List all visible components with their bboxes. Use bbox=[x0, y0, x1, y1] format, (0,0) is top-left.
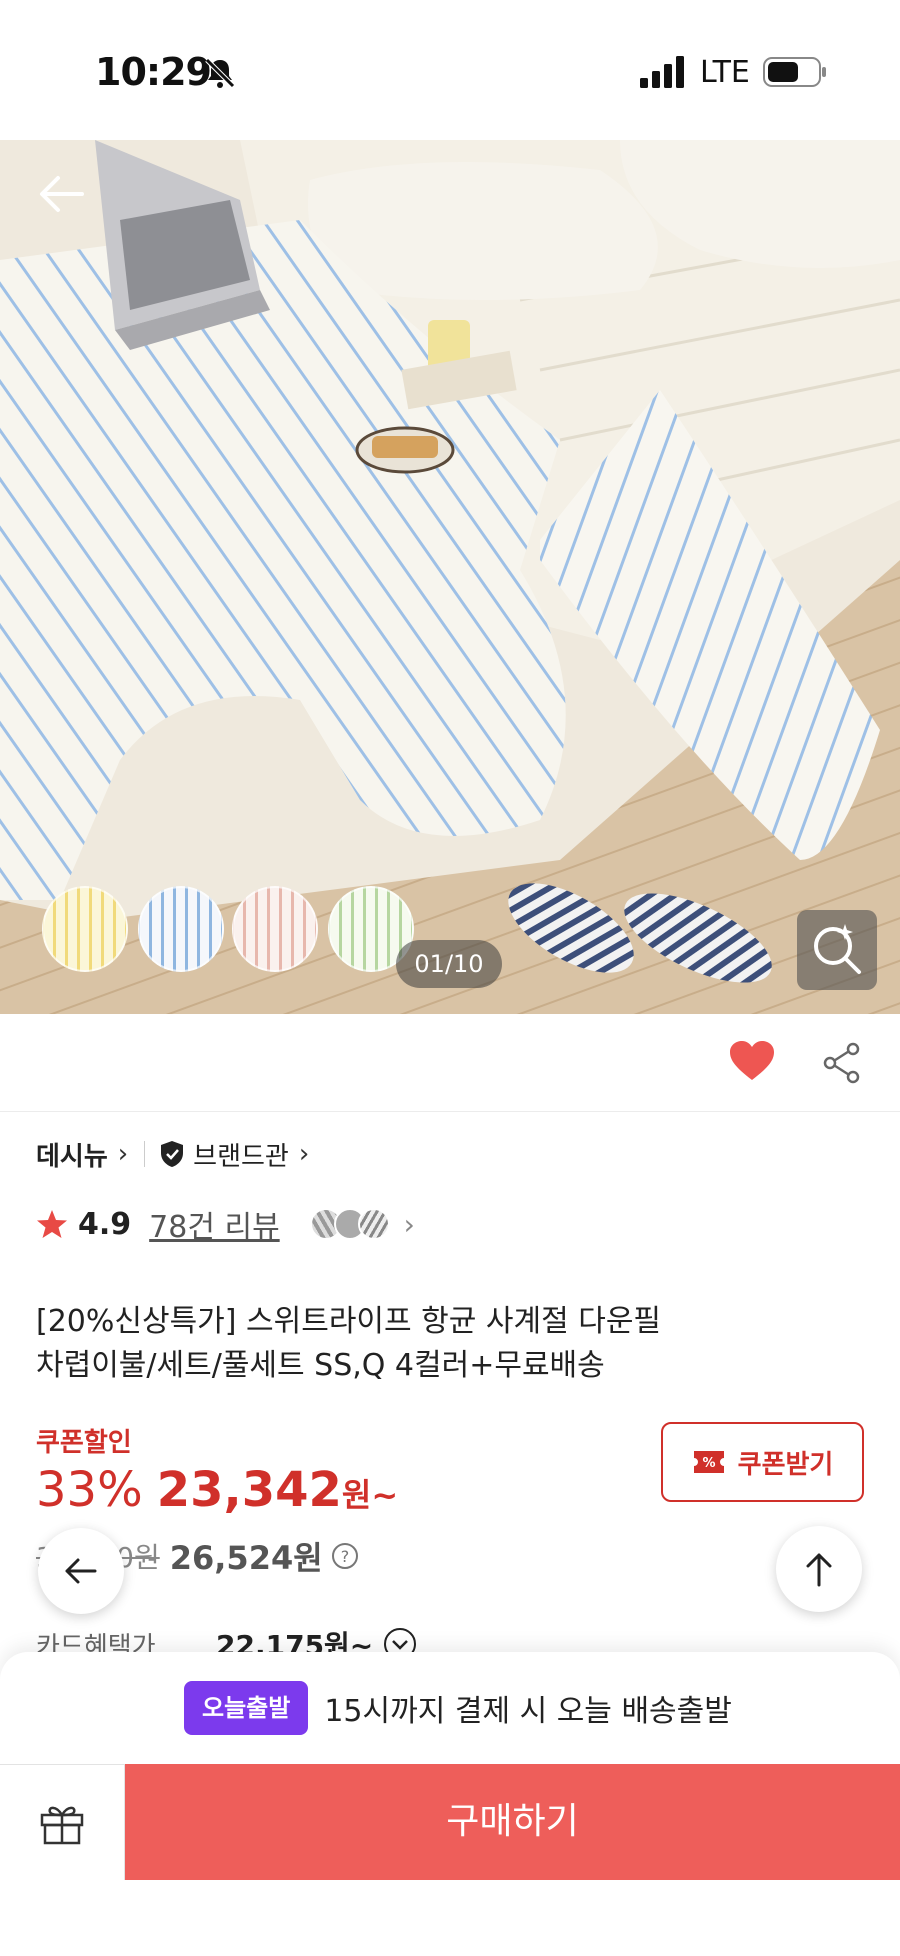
gift-icon bbox=[40, 1806, 84, 1845]
gift-button[interactable] bbox=[0, 1764, 125, 1880]
product-image-gallery[interactable]: 01/10 bbox=[0, 140, 900, 1014]
svg-text:%: % bbox=[702, 1456, 715, 1471]
rating-row: 4.9 78건 리뷰 › bbox=[36, 1202, 415, 1246]
shipping-text: 15시까지 결제 시 오늘 배송출발 bbox=[324, 1694, 732, 1729]
arrow-up-icon bbox=[806, 1553, 832, 1587]
svg-text:?: ? bbox=[340, 1547, 349, 1566]
color-swatch-blue-stripe[interactable] bbox=[138, 886, 224, 972]
discount-rate: 33% bbox=[36, 1462, 143, 1518]
review-count-link[interactable]: 78건 리뷰 bbox=[149, 1202, 280, 1246]
star-icon bbox=[37, 1210, 67, 1238]
chevron-right-icon: › bbox=[298, 1139, 310, 1169]
signal-icon bbox=[640, 56, 684, 88]
battery-icon bbox=[763, 57, 826, 87]
review-thumbnails[interactable]: › bbox=[309, 1207, 415, 1241]
help-icon[interactable]: ? bbox=[331, 1542, 359, 1570]
heart-icon[interactable] bbox=[729, 1040, 775, 1082]
floating-back-button[interactable] bbox=[38, 1528, 124, 1614]
scroll-to-top-button[interactable] bbox=[776, 1526, 862, 1612]
product-title-line: [20%신상특가] 스위트라이프 항균 사계절 다운필 bbox=[36, 1304, 662, 1339]
brand-hall-link[interactable]: 브랜드관 bbox=[193, 1136, 289, 1173]
bell-muted-icon bbox=[205, 58, 235, 88]
get-coupon-label: 쿠폰받기 bbox=[737, 1449, 834, 1480]
get-coupon-button[interactable]: % 쿠폰받기 bbox=[661, 1422, 864, 1502]
base-price: 26,524원 bbox=[169, 1539, 323, 1577]
network-type: LTE bbox=[700, 55, 750, 90]
coupon-ticket-icon: % bbox=[693, 1451, 724, 1473]
sale-price-row: 33% 23,342 원~ bbox=[36, 1462, 398, 1518]
status-time: 10:29 bbox=[95, 50, 212, 94]
color-swatch-yellow-stripe[interactable] bbox=[42, 886, 128, 972]
review-thumbnail bbox=[357, 1208, 390, 1240]
share-icon[interactable] bbox=[822, 1042, 862, 1084]
shipping-info-row: 오늘출발 15시까지 결제 시 오늘 배송출발 bbox=[184, 1680, 732, 1736]
product-title-line: 차렵이불/세트/풀세트 SS,Q 4컬러+무료배송 bbox=[36, 1348, 605, 1383]
color-swatch-pink-stripe[interactable] bbox=[232, 886, 318, 972]
rating-score: 4.9 bbox=[78, 1206, 132, 1242]
product-photo bbox=[0, 140, 900, 1014]
back-arrow-icon[interactable] bbox=[36, 168, 88, 220]
product-title: [20%신상특가] 스위트라이프 항균 사계절 다운필 차렵이불/세트/풀세트 … bbox=[36, 1300, 796, 1388]
sale-price: 23,342 bbox=[156, 1462, 342, 1518]
same-day-badge: 오늘출발 bbox=[184, 1681, 309, 1735]
shield-check-icon bbox=[161, 1141, 184, 1167]
coupon-discount-label: 쿠폰할인 bbox=[36, 1428, 132, 1458]
brand-name-link[interactable]: 데시뉴 bbox=[36, 1136, 108, 1173]
image-counter: 01/10 bbox=[396, 940, 502, 988]
chevron-right-icon: › bbox=[403, 1207, 415, 1241]
price-unit: 원~ bbox=[341, 1476, 399, 1514]
status-bar: 10:29 LTE bbox=[0, 0, 900, 140]
arrow-left-icon bbox=[65, 1558, 97, 1584]
brand-row: 데시뉴 › 브랜드관 › bbox=[36, 1134, 321, 1174]
magnifier-sparkle-icon bbox=[814, 924, 861, 974]
buy-button[interactable]: 구매하기 bbox=[125, 1764, 900, 1880]
chevron-right-icon: › bbox=[117, 1139, 129, 1169]
zoom-search-button[interactable] bbox=[797, 910, 877, 990]
divider bbox=[144, 1141, 146, 1167]
